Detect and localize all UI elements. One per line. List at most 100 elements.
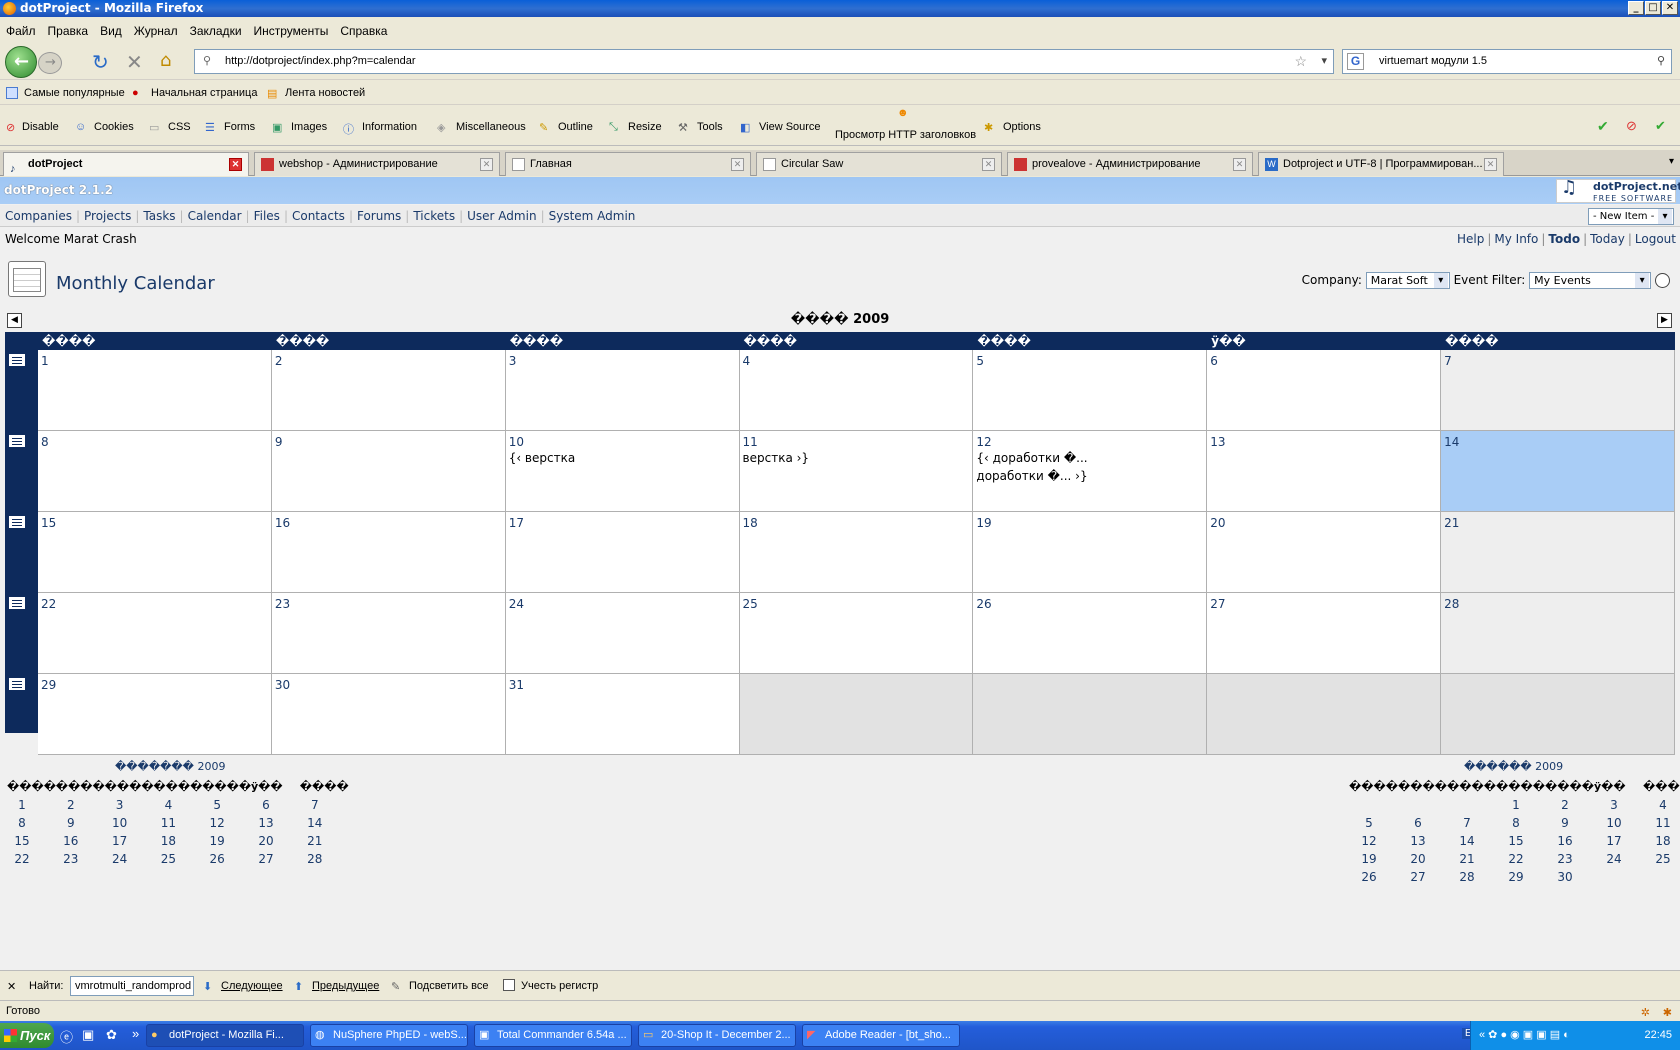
mini-calendar-day[interactable]: 27 — [1403, 870, 1433, 884]
search-bar[interactable]: G virtuemart модули 1.5 ⚲ — [1342, 49, 1672, 74]
my-info-link[interactable]: My Info — [1494, 232, 1538, 246]
mini-calendar-day[interactable]: 23 — [1550, 852, 1580, 866]
day-cell[interactable]: 30 — [271, 674, 506, 755]
mini-calendar-day[interactable]: 29 — [1501, 870, 1531, 884]
day-cell[interactable]: 16 — [271, 512, 506, 593]
day-number[interactable]: 16 — [275, 516, 290, 530]
mini-calendar-day[interactable]: 25 — [1648, 852, 1678, 866]
mini-calendar-day[interactable]: 7 — [1452, 816, 1482, 830]
mini-calendar-day[interactable]: 10 — [1599, 816, 1629, 830]
day-number[interactable]: 8 — [41, 435, 49, 449]
day-cell[interactable]: 21 — [1441, 512, 1675, 593]
devbar-tools[interactable]: Tools — [697, 121, 723, 133]
mini-calendar-day[interactable]: 16 — [1550, 834, 1580, 848]
mini-calendar-day[interactable]: 15 — [1501, 834, 1531, 848]
day-number[interactable]: 20 — [1210, 516, 1225, 530]
mini-calendar-day[interactable]: 12 — [1354, 834, 1384, 848]
tab-webshop[interactable]: webshop - Администрирование ✕ — [254, 152, 500, 176]
day-cell[interactable]: 19 — [973, 512, 1208, 593]
mini-calendar-day[interactable]: 13 — [1403, 834, 1433, 848]
day-number[interactable]: 14 — [1444, 435, 1459, 449]
mini-calendar-day[interactable]: 1 — [7, 798, 37, 812]
mini-calendar-day[interactable]: 3 — [105, 798, 135, 812]
star-icon[interactable]: ☆ — [1294, 50, 1307, 73]
devbar-miscellaneous[interactable]: Miscellaneous — [456, 121, 526, 133]
day-number[interactable]: 25 — [743, 597, 758, 611]
menu-tools[interactable]: Инструменты — [248, 17, 335, 38]
mini-calendar-day[interactable]: 21 — [300, 834, 330, 848]
day-cell[interactable]: 2 — [271, 350, 506, 431]
company-select[interactable]: Marat Soft — [1365, 272, 1450, 289]
day-number[interactable]: 4 — [743, 354, 751, 368]
calendar-event[interactable]: {‹ верстка — [509, 451, 576, 465]
day-number[interactable]: 29 — [41, 678, 56, 692]
devbar-css[interactable]: CSS — [168, 121, 191, 133]
mini-calendar-day[interactable]: 14 — [300, 816, 330, 830]
mini-calendar-day[interactable]: 9 — [56, 816, 86, 830]
mini-calendar-day[interactable]: 7 — [300, 798, 330, 812]
close-tab-icon[interactable]: ✕ — [982, 158, 995, 171]
day-cell[interactable]: 5 — [973, 350, 1208, 431]
week-view-icon[interactable] — [9, 597, 25, 609]
mini-calendar-day[interactable]: 2 — [56, 798, 86, 812]
day-cell[interactable]: 28 — [1441, 593, 1675, 674]
day-number[interactable]: 19 — [976, 516, 991, 530]
day-number[interactable]: 5 — [976, 354, 984, 368]
task-adobe-reader[interactable]: ◤ Adobe Reader - [bt_sho... — [802, 1024, 960, 1047]
day-number[interactable]: 9 — [275, 435, 283, 449]
mini-calendar-day[interactable]: 4 — [1648, 798, 1678, 812]
day-cell[interactable]: 1 — [38, 350, 272, 431]
today-link[interactable]: Today — [1590, 232, 1625, 246]
mini-calendar-day[interactable]: 6 — [1403, 816, 1433, 830]
tab-circular-saw[interactable]: Circular Saw ✕ — [756, 152, 1002, 176]
day-number[interactable]: 6 — [1210, 354, 1218, 368]
close-find-icon[interactable]: ✕ — [7, 980, 16, 993]
day-cell[interactable]: 7 — [1441, 350, 1675, 431]
nav-calendar[interactable]: Calendar — [188, 209, 242, 223]
forward-button[interactable]: → — [38, 52, 62, 74]
day-cell[interactable]: 10 {‹ верстка — [505, 431, 740, 512]
help-link[interactable]: Help — [1457, 232, 1484, 246]
day-cell[interactable]: 6 — [1207, 350, 1442, 431]
day-number[interactable]: 3 — [509, 354, 517, 368]
event-filter-select[interactable]: My Events — [1529, 272, 1652, 289]
todo-link[interactable]: Todo — [1548, 232, 1580, 246]
match-case-checkbox[interactable] — [503, 979, 515, 991]
day-cell[interactable]: 20 — [1207, 512, 1442, 593]
close-tab-icon[interactable]: ✕ — [480, 158, 493, 171]
tab-dotproject-utf8[interactable]: W Dotproject и UTF-8 | Программирован...… — [1258, 152, 1504, 176]
day-cell[interactable]: 14 — [1441, 431, 1675, 512]
day-number[interactable]: 26 — [976, 597, 991, 611]
day-number[interactable]: 22 — [41, 597, 56, 611]
tab-dotproject[interactable]: ♪ dotProject ✕ — [3, 152, 249, 176]
day-number[interactable]: 18 — [743, 516, 758, 530]
logout-link[interactable]: Logout — [1635, 232, 1676, 246]
quicklaunch-ie-icon[interactable]: ⓔ — [60, 1027, 73, 1046]
start-button[interactable]: Пуск — [0, 1023, 54, 1048]
day-number[interactable]: 21 — [1444, 516, 1459, 530]
quicklaunch-more-icon[interactable]: » — [132, 1026, 139, 1041]
nav-user-admin[interactable]: User Admin — [467, 209, 536, 223]
day-number[interactable]: 23 — [275, 597, 290, 611]
mini-calendar-day[interactable]: 2 — [1550, 798, 1580, 812]
devbar-http-headers[interactable]: Просмотр HTTP заголовков — [835, 129, 976, 141]
nav-files[interactable]: Files — [254, 209, 280, 223]
day-cell[interactable]: 8 — [38, 431, 272, 512]
tab-list-icon[interactable]: ▾ — [1669, 156, 1674, 167]
stop-icon[interactable]: ✕ — [126, 50, 143, 74]
bookmark-most-visited[interactable]: Самые популярные — [24, 87, 125, 99]
google-icon[interactable]: G — [1347, 53, 1364, 70]
week-view-icon[interactable] — [9, 678, 25, 690]
close-window-button[interactable]: ✕ — [1662, 1, 1678, 15]
mini-calendar-title[interactable]: ������ 2009 — [1464, 760, 1563, 773]
mini-calendar-day[interactable]: 4 — [153, 798, 183, 812]
day-number[interactable]: 2 — [275, 354, 283, 368]
day-cell[interactable]: 9 — [271, 431, 506, 512]
devbar-outline[interactable]: Outline — [558, 121, 593, 133]
maximize-button[interactable]: □ — [1645, 1, 1661, 15]
mini-calendar-day[interactable]: 13 — [251, 816, 281, 830]
find-next-button[interactable]: Следующее — [221, 980, 283, 992]
mini-calendar-day[interactable]: 19 — [202, 834, 232, 848]
day-cell[interactable]: 23 — [271, 593, 506, 674]
day-cell[interactable]: 3 — [505, 350, 740, 431]
